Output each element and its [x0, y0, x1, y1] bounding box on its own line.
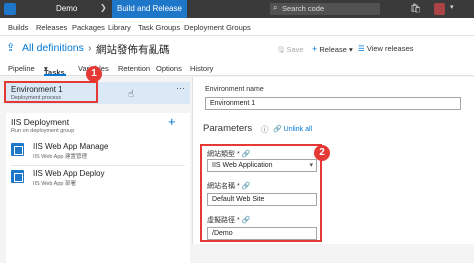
unlink-all-label: Unlink all — [283, 126, 313, 133]
top-navigation-bar: Demo ❯ Build and Release ⌕ Search code 🛍… — [0, 0, 474, 18]
environment-name-field[interactable]: Environment 1 — [205, 97, 461, 110]
hand-cursor-icon: ☝ — [128, 89, 135, 100]
phase-title: IIS Deployment — [11, 117, 70, 127]
task-subtitle: IIS Web App 部署 — [33, 181, 77, 187]
callout-badge-1: 1 — [86, 66, 102, 82]
definition-tabs: Pipeline Tasks ▾ Variables Retention Opt… — [0, 60, 474, 77]
iis-task-icon — [11, 143, 24, 156]
chevron-down-icon[interactable]: ▾ — [450, 3, 454, 11]
subnav-packages[interactable]: Packages — [72, 23, 105, 32]
tab-history[interactable]: History — [190, 64, 213, 73]
tab-options[interactable]: Options — [156, 64, 182, 73]
iis-task-icon — [11, 170, 24, 183]
subnav-releases[interactable]: Releases — [36, 23, 67, 32]
hub-build-and-release[interactable]: Build and Release — [112, 0, 187, 18]
page-title[interactable]: 網站發佈有亂碼 — [96, 42, 170, 57]
tab-pipeline[interactable]: Pipeline — [8, 64, 35, 73]
callout-badge-2: 2 — [314, 145, 330, 161]
parameters-heading: Parameters — [203, 123, 253, 134]
avatar[interactable] — [434, 3, 445, 15]
subnav-task-groups[interactable]: Task Groups — [138, 23, 180, 32]
definition-header: ⇪ All definitions › 網站發佈有亂碼 🖫 Save + Rel… — [0, 36, 474, 60]
search-icon: ⌕ — [273, 3, 278, 12]
list-item[interactable]: IIS Web App Deploy IIS Web App 部署 — [11, 168, 185, 192]
environment-name-label: Environment name — [205, 86, 264, 93]
view-releases-label: View releases — [366, 44, 414, 53]
vsts-logo-icon[interactable] — [4, 3, 16, 15]
save-label: Save — [286, 45, 304, 54]
chevron-right-icon: ❯ — [100, 3, 107, 12]
cart-icon[interactable]: 🛍 — [410, 3, 421, 14]
deployment-phase[interactable]: IIS Deployment Run on deployment group +… — [6, 113, 190, 263]
tab-tasks[interactable]: Tasks ▾ — [44, 64, 65, 77]
search-input[interactable]: ⌕ Search code — [270, 3, 380, 15]
tab-retention[interactable]: Retention — [118, 64, 150, 73]
save-button[interactable]: 🖫 Save — [278, 44, 304, 57]
plus-icon: + — [312, 44, 318, 54]
subnav-deployment-groups[interactable]: Deployment Groups — [184, 23, 251, 32]
view-releases-button[interactable]: ☰ View releases — [358, 44, 413, 53]
unlink-all-button[interactable]: 🔗 Unlink all — [273, 125, 312, 133]
release-label: Release — [319, 45, 347, 54]
divider — [11, 165, 185, 166]
breadcrumb[interactable]: All definitions — [22, 42, 84, 54]
info-icon[interactable]: ⓘ — [261, 124, 269, 135]
search-placeholder: Search code — [282, 4, 325, 13]
release-button[interactable]: + Release ▾ — [312, 44, 353, 54]
task-subtitle: IIS Web App 建置管理 — [33, 154, 88, 160]
subnav-library[interactable]: Library — [108, 23, 131, 32]
task-name: IIS Web App Manage — [33, 142, 109, 151]
release-definition-icon[interactable]: ⇪ — [6, 41, 15, 54]
active-tab-indicator — [44, 74, 66, 76]
callout-box-1 — [4, 81, 98, 103]
project-name[interactable]: Demo — [56, 4, 77, 13]
task-name: IIS Web App Deploy — [33, 169, 105, 178]
breadcrumb-separator: › — [88, 42, 92, 54]
sub-navigation: Builds Releases Packages Library Task Gr… — [0, 18, 474, 36]
list-icon: ☰ — [358, 44, 365, 53]
phase-subtitle: Run on deployment group — [11, 128, 75, 134]
callout-box-2 — [200, 144, 322, 242]
subnav-builds[interactable]: Builds — [8, 23, 28, 32]
add-task-button[interactable]: + — [168, 114, 176, 129]
list-item[interactable]: IIS Web App Manage IIS Web App 建置管理 — [11, 141, 185, 165]
more-options-icon[interactable]: ··· — [176, 83, 185, 93]
